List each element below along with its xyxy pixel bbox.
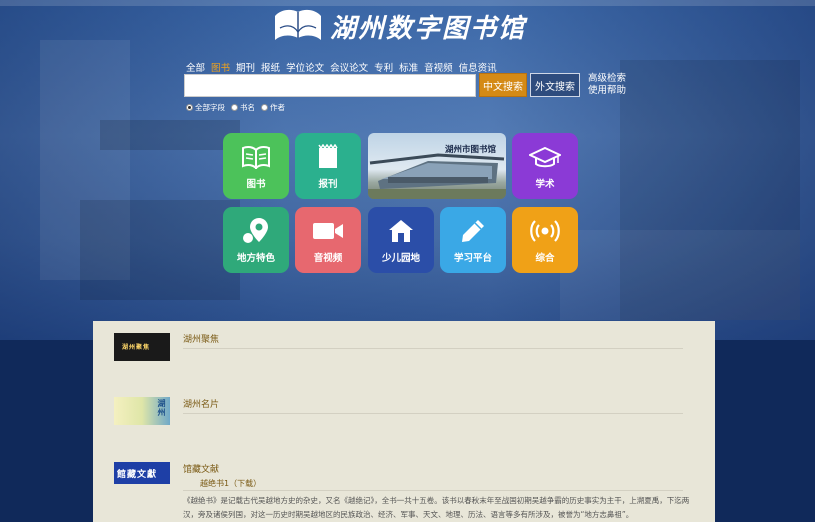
section-title-card[interactable]: 湖州名片 [183, 397, 219, 410]
tile-local-features[interactable]: 地方特色 [223, 207, 289, 273]
thumb-text: 館藏文獻 [117, 470, 158, 480]
thumb-text: 湖州 [157, 399, 166, 417]
radio-icon [261, 104, 268, 111]
banner-decor [100, 120, 240, 150]
site-title: 湖州数字图书馆 [330, 13, 527, 44]
graduation-cap-icon [529, 142, 561, 172]
section-title-focus[interactable]: 湖州聚焦 [183, 332, 219, 345]
scope-title-radio[interactable]: 书名 [231, 102, 255, 113]
library-emblem-icon [272, 6, 324, 46]
thumb-text: 湖州聚焦 [122, 344, 151, 351]
tile-journals-label: 报刊 [318, 179, 338, 190]
nav-item-av[interactable]: 音视频 [424, 60, 453, 74]
nav-item-conference-papers[interactable]: 会议论文 [330, 60, 368, 74]
open-book-icon [241, 142, 271, 172]
notepad-icon [316, 142, 340, 172]
feature-description: 《越绝书》是记载古代吴越地方史的杂史，又名《越绝记》，全书一共十五卷。该书以春秋… [183, 496, 690, 519]
nav-item-theses[interactable]: 学位论文 [286, 60, 324, 74]
scope-author-label: 作者 [270, 103, 285, 112]
video-camera-icon [312, 216, 344, 246]
library-building-photo[interactable]: 湖州市图书馆 [368, 133, 506, 199]
nav-item-books[interactable]: 图书 [211, 60, 230, 74]
nav-item-news[interactable]: 信息资讯 [459, 60, 497, 74]
tile-learning-platform[interactable]: 学习平台 [440, 207, 506, 273]
help-link[interactable]: 使用帮助 [588, 85, 626, 97]
chinese-search-button[interactable]: 中文搜索 [479, 73, 527, 97]
radio-icon [231, 104, 238, 111]
tile-comprehensive[interactable]: 综合 [512, 207, 578, 273]
feature-download-link[interactable]: 越绝书1（下载） [200, 478, 261, 489]
section-divider [183, 413, 683, 414]
collection-thumbnail[interactable]: 館藏文獻 [114, 462, 170, 484]
foreign-search-button[interactable]: 外文搜索 [530, 73, 580, 97]
scope-all-label: 全部字段 [195, 103, 225, 112]
content-panel [93, 321, 715, 522]
tile-kids-zone[interactable]: 少儿园地 [368, 207, 434, 273]
huzhou-card-thumbnail[interactable]: 湖州 [114, 397, 170, 425]
advanced-search-link[interactable]: 高级检索 [588, 73, 626, 85]
tile-books[interactable]: 图书 [223, 133, 289, 199]
pencil-icon [460, 216, 486, 246]
search-scope-options: 全部字段 书名 作者 [186, 102, 285, 113]
nav-item-patents[interactable]: 专利 [374, 60, 393, 74]
photo-caption: 湖州市图书馆 [444, 145, 496, 155]
nav-item-journals[interactable]: 期刊 [236, 60, 255, 74]
map-pin-icon [241, 216, 271, 246]
site-logo[interactable]: 湖州数字图书馆 [272, 6, 526, 46]
house-icon [388, 216, 414, 246]
tile-av-label: 音视频 [313, 253, 343, 264]
banner-decor [560, 230, 800, 320]
search-input[interactable] [184, 74, 476, 97]
nav-item-newspapers[interactable]: 报纸 [261, 60, 280, 74]
scope-author-radio[interactable]: 作者 [261, 102, 285, 113]
scope-all-radio[interactable]: 全部字段 [186, 102, 225, 113]
broadcast-icon [529, 216, 561, 246]
tile-books-label: 图书 [246, 179, 266, 190]
huzhou-focus-thumbnail[interactable]: 湖州聚焦 [114, 333, 170, 361]
radio-selected-icon [186, 104, 193, 111]
nav-item-standards[interactable]: 标准 [399, 60, 418, 74]
tile-audio-video[interactable]: 音视频 [295, 207, 361, 273]
section-divider [183, 348, 683, 349]
tile-kids-label: 少儿园地 [381, 253, 420, 264]
banner-decor [80, 200, 240, 300]
section-title-collection[interactable]: 馆藏文献 [183, 462, 219, 475]
tile-academic-label: 学术 [535, 179, 555, 190]
tile-academic[interactable]: 学术 [512, 133, 578, 199]
tile-local-label: 地方特色 [236, 253, 275, 264]
tile-journals[interactable]: 报刊 [295, 133, 361, 199]
scope-title-label: 书名 [240, 103, 255, 112]
tile-comp-label: 综合 [535, 253, 555, 264]
nav-item-all[interactable]: 全部 [186, 60, 205, 74]
search-category-nav: 全部 图书 期刊 报纸 学位论文 会议论文 专利 标准 音视频 信息资讯 [186, 60, 497, 74]
section-divider [183, 490, 683, 491]
search-links: 高级检索 使用帮助 [588, 73, 626, 97]
tile-learn-label: 学习平台 [453, 253, 492, 264]
